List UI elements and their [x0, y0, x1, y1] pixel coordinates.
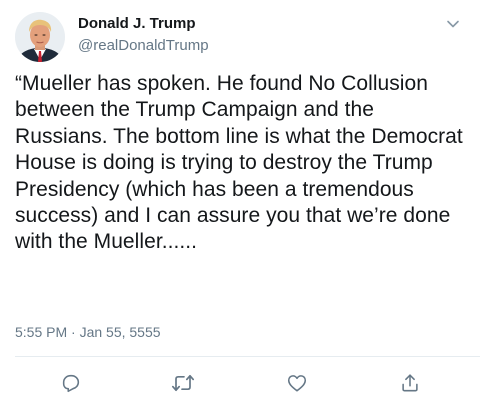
avatar[interactable] — [15, 12, 65, 62]
tweet-card: Donald J. Trump @realDonaldTrump “Muelle… — [0, 0, 480, 410]
divider — [15, 356, 480, 357]
retweet-button[interactable] — [171, 371, 195, 395]
reply-icon — [62, 374, 80, 393]
reply-button[interactable] — [59, 371, 83, 395]
share-icon — [402, 374, 418, 392]
author-handle[interactable]: @realDonaldTrump — [78, 36, 209, 56]
tweet-timestamp[interactable]: 5:55 PM · Jan 55, 5555 — [15, 323, 161, 341]
tweet-text: “Mueller has spoken. He found No Collusi… — [15, 72, 469, 254]
tweet-header: Donald J. Trump @realDonaldTrump — [15, 12, 465, 64]
author-display-name[interactable]: Donald J. Trump — [78, 14, 209, 34]
profile-photo-icon — [15, 12, 65, 62]
chevron-down-icon[interactable] — [443, 14, 463, 34]
retweet-icon — [171, 374, 195, 392]
author-block[interactable]: Donald J. Trump @realDonaldTrump — [78, 14, 209, 56]
tweet-actions — [0, 371, 480, 397]
heart-icon — [287, 375, 307, 392]
like-button[interactable] — [285, 371, 309, 395]
share-button[interactable] — [398, 371, 422, 395]
